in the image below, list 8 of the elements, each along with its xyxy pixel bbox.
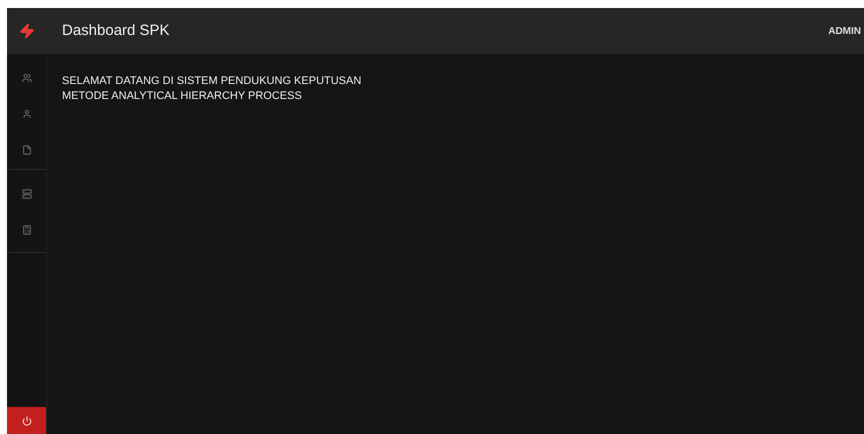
lightning-logo-icon (19, 23, 35, 39)
user-name[interactable]: ADMIN (828, 24, 861, 38)
page-title: Dashboard SPK (62, 20, 170, 41)
welcome-text: METODE ANALYTICAL HIERARCHY PROCESS (62, 89, 303, 104)
users-icon[interactable] (20, 71, 34, 85)
welcome-text: SELAMAT DATANG DI SISTEM PENDUKUNG KEPUTUSAN (62, 74, 362, 89)
server-icon[interactable] (20, 187, 34, 201)
power-icon (22, 416, 32, 426)
